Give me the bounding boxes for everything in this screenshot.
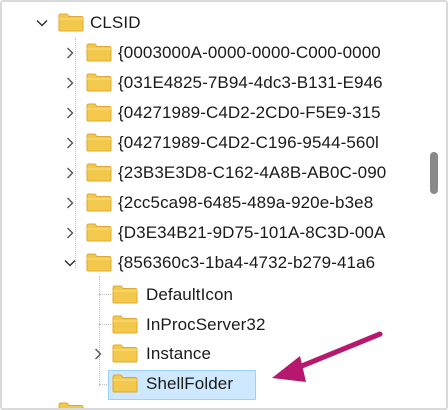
tree-node[interactable]: {23B3E3D8-C162-4A8B-AB0C-090 <box>2 158 442 188</box>
chevron-right-icon[interactable] <box>63 136 77 150</box>
tree-node-partial[interactable] <box>2 400 442 408</box>
tree-node-label: InProcServer32 <box>146 315 266 334</box>
folder-icon <box>86 253 112 272</box>
tree-node-label: CLSID <box>90 13 141 32</box>
chevron-right-icon[interactable] <box>63 106 77 120</box>
folder-icon <box>86 193 112 212</box>
tree-node-clsid[interactable]: CLSID <box>2 8 442 38</box>
folder-icon <box>112 315 138 334</box>
folder-icon <box>86 163 112 182</box>
chevron-right-icon[interactable] <box>91 347 105 361</box>
folder-icon <box>58 13 84 32</box>
tree-node[interactable]: {0003000A-0000-0000-C000-0000 <box>2 38 442 68</box>
chevron-down-icon[interactable] <box>63 256 77 270</box>
folder-icon <box>86 43 112 62</box>
chevron-right-icon[interactable] <box>63 226 77 240</box>
chevron-right-icon[interactable] <box>63 166 77 180</box>
tree-node-label: ShellFolder <box>146 374 234 393</box>
tree-node[interactable]: {031E4825-7B94-4dc3-B131-E946 <box>2 68 442 98</box>
folder-icon <box>86 223 112 242</box>
tree-node-label: {031E4825-7B94-4dc3-B131-E946 <box>118 73 383 92</box>
chevron-down-icon[interactable] <box>35 16 49 30</box>
tree-node[interactable]: {D3E34B21-9D75-101A-8C3D-00A <box>2 218 442 248</box>
folder-icon <box>86 73 112 92</box>
chevron-right-icon[interactable] <box>63 196 77 210</box>
vertical-scrollbar-thumb[interactable] <box>430 152 438 194</box>
chevron-right-icon[interactable] <box>63 46 77 60</box>
tree-node-label: Instance <box>146 344 212 363</box>
tree-node[interactable]: {04271989-C4D2-2CD0-F5E9-315 <box>2 98 442 128</box>
folder-icon <box>112 285 138 304</box>
tree-node[interactable]: {2cc5ca98-6485-489a-920e-b3e8 <box>2 188 442 218</box>
tree-node-label: {04271989-C4D2-2CD0-F5E9-315 <box>118 103 381 122</box>
tree-node-label: {2cc5ca98-6485-489a-920e-b3e8 <box>118 193 374 212</box>
tree-node[interactable]: {04271989-C4D2-C196-9544-560l <box>2 128 442 158</box>
folder-icon <box>58 402 84 408</box>
chevron-right-icon[interactable] <box>63 76 77 90</box>
tree-node-inprocserver32[interactable]: InProcServer32 <box>2 310 442 340</box>
tree-node-label: {D3E34B21-9D75-101A-8C3D-00A <box>118 223 386 242</box>
tree-node-label: {04271989-C4D2-C196-9544-560l <box>118 133 379 152</box>
tree-node-instance[interactable]: Instance <box>2 339 442 369</box>
registry-tree-panel: CLSID {0003000A-0000-0000-C000-0000 {031… <box>0 0 448 410</box>
tree-node-label: {856360c3-1ba4-4732-b279-41a6 <box>118 253 376 272</box>
folder-icon <box>86 103 112 122</box>
tree-node-label: DefaultIcon <box>146 285 234 304</box>
tree-node-label: {0003000A-0000-0000-C000-0000 <box>118 43 381 62</box>
tree-node-defaulticon[interactable]: DefaultIcon <box>2 280 442 310</box>
tree-node-expanded[interactable]: {856360c3-1ba4-4732-b279-41a6 <box>2 248 442 278</box>
folder-icon <box>86 133 112 152</box>
tree-node-label: {23B3E3D8-C162-4A8B-AB0C-090 <box>118 163 387 182</box>
tree-node-shellfolder[interactable]: ShellFolder <box>2 369 442 399</box>
folder-icon <box>112 374 138 393</box>
folder-icon <box>112 344 138 363</box>
